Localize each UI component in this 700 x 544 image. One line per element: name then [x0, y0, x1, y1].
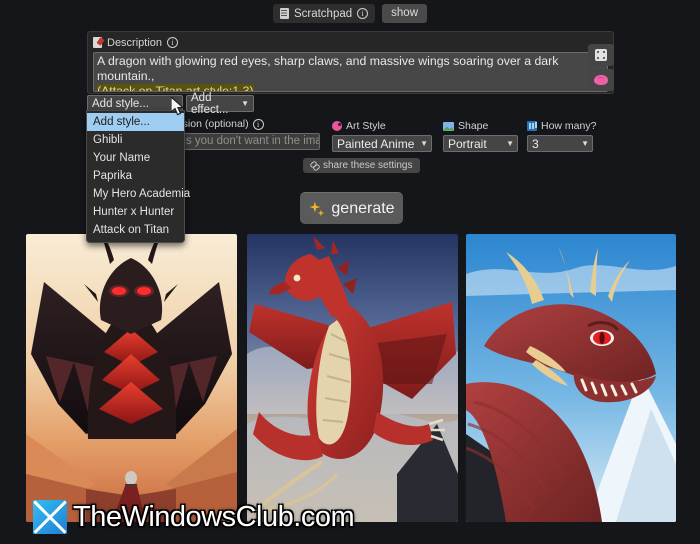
watermark: TheWindowsClub.com — [33, 500, 355, 534]
app-root: Scratchpad i show Description i A dragon… — [0, 0, 700, 544]
palette-icon — [332, 121, 342, 131]
scratchpad-show-button[interactable]: show — [382, 4, 428, 23]
result-image-1[interactable] — [26, 234, 237, 522]
description-side-buttons — [588, 44, 614, 94]
share-settings-button[interactable]: share these settings — [303, 158, 420, 173]
art-style-header: Art Style — [332, 120, 432, 132]
generate-button[interactable]: generate — [300, 192, 403, 224]
scratchpad-label: Scratchpad — [293, 7, 353, 20]
results-gallery — [0, 234, 700, 524]
scratchpad-chip[interactable]: Scratchpad i — [272, 4, 376, 23]
how-many-header: How many? — [527, 120, 597, 132]
link-icon — [310, 161, 319, 170]
description-line-1: A dragon with glowing red eyes, sharp cl… — [97, 54, 559, 83]
chevron-down-icon: ▼ — [241, 99, 249, 108]
how-many-select[interactable]: 3 ▼ — [527, 135, 593, 152]
result-image-3[interactable] — [466, 234, 676, 522]
how-many-label: How many? — [541, 120, 597, 132]
result-image-2[interactable] — [247, 234, 458, 522]
art-style-value: Painted Anime — [337, 136, 415, 151]
info-icon[interactable]: i — [167, 37, 179, 48]
dropdown-option-your-name[interactable]: Your Name — [87, 149, 184, 167]
description-input[interactable]: A dragon with glowing red eyes, sharp cl… — [93, 52, 608, 92]
note-icon — [279, 8, 289, 19]
art-style-select[interactable]: Painted Anime ▼ — [332, 135, 432, 152]
enhance-brain-button[interactable] — [588, 69, 614, 91]
mouse-cursor — [171, 97, 185, 116]
add-style-dropdown-list[interactable]: Add style... Ghibli Your Name Paprika My… — [86, 110, 190, 243]
generate-label: generate — [331, 199, 395, 217]
chevron-down-icon: ▼ — [506, 139, 514, 148]
shape-label: Shape — [458, 120, 489, 132]
brain-icon — [594, 75, 608, 85]
shape-header: Shape — [443, 120, 518, 132]
info-icon[interactable]: i — [357, 8, 369, 19]
dropdown-option-my-hero-academia[interactable]: My Hero Academia — [87, 185, 190, 203]
chevron-down-icon: ▼ — [420, 139, 428, 148]
dropdown-option-attack-on-titan[interactable]: Attack on Titan — [87, 221, 184, 239]
description-panel: Description i A dragon with glowing red … — [87, 31, 614, 94]
sparkles-icon — [308, 201, 324, 217]
dropdown-option-hunter-x-hunter[interactable]: Hunter x Hunter — [87, 203, 184, 221]
art-style-field: Art Style Painted Anime ▼ — [332, 120, 432, 152]
scratchpad-bar: Scratchpad i show — [0, 4, 700, 23]
dice-icon — [595, 49, 607, 61]
add-style-value: Add style... — [92, 97, 149, 110]
image-shape-icon — [443, 121, 454, 131]
pen-icon — [93, 37, 102, 48]
share-settings-label: share these settings — [323, 160, 413, 171]
dropdown-option-paprika[interactable]: Paprika — [87, 167, 184, 185]
dropdown-option-ghibli[interactable]: Ghibli — [87, 131, 184, 149]
art-style-label: Art Style — [346, 120, 386, 132]
shape-field: Shape Portrait ▼ — [443, 120, 518, 152]
description-header: Description i — [93, 36, 608, 49]
add-effect-select[interactable]: Add effect... ▼ — [186, 92, 254, 116]
dropdown-option-add-style[interactable]: Add style... — [87, 113, 184, 131]
watermark-text: TheWindowsClub.com — [73, 500, 355, 533]
random-dice-button[interactable] — [588, 44, 614, 66]
description-label: Description — [107, 36, 163, 49]
shape-value: Portrait — [448, 136, 487, 151]
x-logo-icon — [33, 500, 67, 534]
chevron-down-icon: ▼ — [581, 139, 589, 148]
add-effect-value: Add effect... — [191, 91, 229, 116]
bars-icon — [527, 121, 537, 131]
how-many-value: 3 — [532, 136, 539, 151]
info-icon[interactable]: i — [252, 118, 264, 130]
how-many-field: How many? 3 ▼ — [527, 120, 597, 152]
shape-select[interactable]: Portrait ▼ — [443, 135, 518, 152]
